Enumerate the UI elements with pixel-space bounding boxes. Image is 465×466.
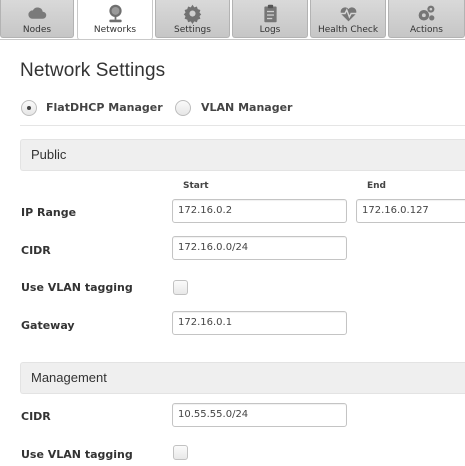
public-vlan-label: Use VLAN tagging — [21, 281, 133, 294]
page-title: Network Settings — [20, 60, 166, 81]
tab-nodes[interactable]: Nodes — [0, 0, 74, 38]
tab-actions[interactable]: Actions — [388, 0, 465, 38]
tab-label: Logs — [259, 25, 281, 35]
public-cidr-input[interactable]: 172.16.0.0/24 — [172, 236, 347, 260]
flatdhcp-radio[interactable] — [21, 100, 37, 116]
management-cidr-input[interactable]: 10.55.55.0/24 — [172, 403, 347, 427]
management-vlan-label: Use VLAN tagging — [21, 448, 133, 461]
tab-label: Nodes — [22, 25, 52, 35]
tab-label: Actions — [410, 25, 443, 35]
management-section-header: Management — [20, 362, 465, 394]
clipboard-icon — [233, 0, 307, 26]
radio-selected-dot — [27, 106, 31, 110]
heartbeat-icon — [311, 0, 385, 26]
tab-logs[interactable]: Logs — [232, 0, 308, 38]
gears-icon — [389, 0, 464, 26]
main-tab-bar: Nodes Networks Settings Logs Health Chec… — [0, 0, 465, 40]
tab-health-check[interactable]: Health Check — [310, 0, 386, 38]
network-icon — [78, 0, 152, 26]
gear-icon — [156, 0, 229, 26]
ip-range-end-input[interactable]: 172.16.0.127 — [356, 199, 465, 223]
start-column-header: Start — [183, 181, 209, 191]
tab-label: Settings — [174, 25, 211, 35]
section-title: Management — [31, 370, 107, 385]
cloud-icon — [1, 0, 73, 26]
public-section-header: Public — [20, 139, 465, 171]
vlan-manager-label[interactable]: VLAN Manager — [201, 101, 292, 114]
end-column-header: End — [367, 181, 386, 191]
gateway-input[interactable]: 172.16.0.1 — [172, 311, 347, 335]
ip-range-start-input[interactable]: 172.16.0.2 — [172, 199, 347, 223]
section-title: Public — [31, 147, 67, 162]
public-vlan-checkbox[interactable] — [173, 280, 188, 295]
vlan-manager-radio[interactable] — [175, 100, 191, 116]
tab-label: Health Check — [317, 25, 379, 35]
public-cidr-label: CIDR — [21, 244, 51, 257]
ip-range-label: IP Range — [21, 206, 77, 219]
gateway-label: Gateway — [21, 319, 75, 332]
divider — [20, 125, 465, 126]
management-cidr-label: CIDR — [21, 410, 51, 423]
flatdhcp-label[interactable]: FlatDHCP Manager — [46, 101, 163, 114]
tab-networks[interactable]: Networks — [77, 0, 153, 40]
tab-settings[interactable]: Settings — [155, 0, 230, 38]
tab-label: Networks — [93, 25, 137, 35]
management-vlan-checkbox[interactable] — [173, 445, 188, 460]
